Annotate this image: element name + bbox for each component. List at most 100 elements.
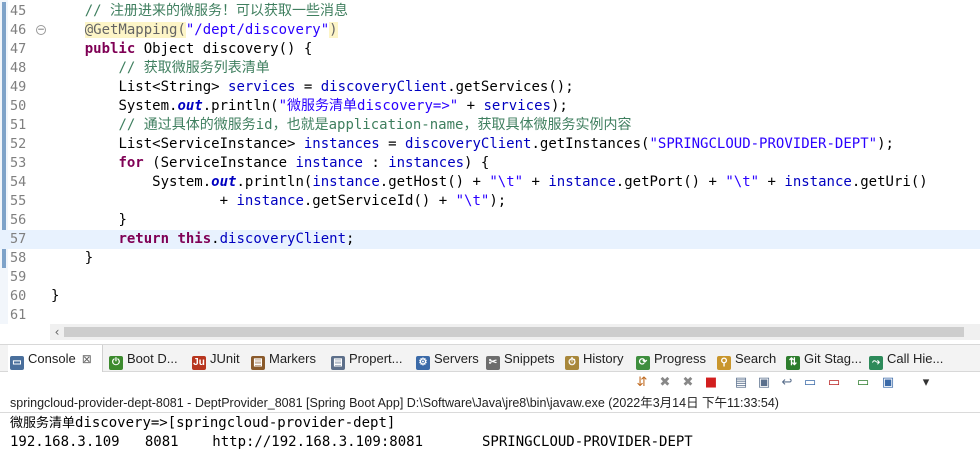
tab-junit[interactable]: Ju JUnit [190,345,246,372]
code-text: } [51,249,93,268]
code-line[interactable]: 59 [0,268,980,287]
code-token: // [84,3,111,19]
code-line[interactable]: 61 [0,306,980,324]
code-editor[interactable]: 45 // 注册进来的微服务！可以获取一些消息 46− @GetMapping("… [0,0,980,324]
code-line[interactable]: 56 } [0,211,980,230]
code-token: ，获取具体微服务实例内容 [463,117,632,133]
code-line[interactable]: 46− @GetMapping("/dept/discovery") [0,21,980,40]
code-token: + [458,98,484,114]
call-hierarchy-icon: ⤳ [869,356,883,370]
code-token: services [228,79,296,95]
code-token: ); [877,136,894,152]
code-text: // 注册进来的微服务！可以获取一些消息 [51,2,348,21]
code-token: (ServiceInstance [143,155,296,171]
code-token: 通过具体的微服务 [143,117,256,133]
pin-console-icon[interactable]: ⇵ [634,375,650,391]
line-number: 54 [10,174,27,190]
clear-console-icon[interactable]: ▤ [733,375,749,391]
code-line[interactable]: 52 List<ServiceInstance> instances = dis… [0,135,980,154]
tab-label: Boot D... [127,351,178,366]
code-token: return [118,231,170,247]
open-console-icon[interactable]: ▣ [880,375,896,391]
terminate-icon[interactable]: ■ [703,375,719,391]
code-token: ，也就是 [272,117,329,133]
tab-label: Snippets [504,351,555,366]
view-menu-icon[interactable]: ▾ [918,375,934,391]
line-number: 58 [10,250,27,266]
tab-snippets[interactable]: ✂ Snippets [484,345,560,372]
code-token: + [523,174,549,190]
properties-icon: ▤ [331,356,345,370]
console-text: 微服务清单 [10,416,76,431]
tab-console[interactable]: ▭ Console ⊠ [8,345,103,372]
code-line[interactable]: 50 System.out.println("微服务清单discovery=>"… [0,97,980,116]
tab-history[interactable]: ⏱ History [563,345,631,372]
tab-call-hie[interactable]: ⤳ Call Hie... [867,345,947,372]
code-line[interactable]: 60} [0,287,980,306]
code-token: "\t" [455,193,490,209]
tab-search[interactable]: ⚲ Search [715,345,781,372]
tab-label: Console [28,351,76,366]
code-token: "\t" [489,174,524,190]
remove-all-terminated-icon[interactable]: ✖ [680,375,696,391]
tab-label: Search [735,351,777,366]
code-text: } [51,287,59,306]
show-when-stderr-icon[interactable]: ▭ [826,375,842,391]
console-separator [0,412,980,413]
code-token: application-name [328,117,464,133]
tab-progress[interactable]: ⟳ Progress [634,345,712,372]
tab-git-stag[interactable]: ⇅ Git Stag... [784,345,864,372]
code-text: // 通过具体的微服务id，也就是application-name，获取具体微服… [51,116,631,135]
word-wrap-icon[interactable]: ↩ [779,375,795,391]
scroll-left-arrow-icon[interactable]: ‹ [50,324,64,340]
code-line[interactable]: 54 System.out.println(instance.getHost()… [0,173,980,192]
code-token: .getPort() + [615,174,726,190]
code-line[interactable]: 58 } [0,249,980,268]
remove-launch-icon[interactable]: ✖ [657,375,673,391]
code-text: System.out.println(instance.getHost() + … [51,173,928,192]
code-line[interactable]: 57 return this.discoveryClient; [0,230,980,249]
tab-servers[interactable]: ⚙ Servers [414,345,480,372]
line-number: 48 [10,60,27,76]
scrollbar-thumb[interactable] [64,327,964,337]
tab-markers[interactable]: ▤ Markers [249,345,325,372]
console-line: 192.168.3.109 8081 http://192.168.3.109:… [10,433,693,452]
tab-boot-d[interactable]: ⏻ Boot D... [107,345,187,372]
code-line[interactable]: 45 // 注册进来的微服务！可以获取一些消息 [0,2,980,21]
tab-label: Progress [654,351,707,366]
code-line[interactable]: 53 for (ServiceInstance instance : insta… [0,154,980,173]
fold-collapse-icon[interactable]: − [36,25,46,35]
code-line[interactable]: 55 + instance.getServiceId() + "\t"); [0,192,980,211]
code-token: List<String> [118,79,229,95]
line-number: 59 [10,269,27,285]
tab-propert[interactable]: ▤ Propert... [329,345,411,372]
code-token: "SPRINGCLOUD-PROVIDER-DEPT" [649,136,878,152]
code-token: ; [346,231,355,247]
code-token: out [177,98,203,114]
display-selected-console-icon[interactable]: ▭ [855,375,871,391]
code-token: instances [303,136,380,152]
code-token: public [84,41,136,57]
code-line[interactable]: 47 public Object discovery() { [0,40,980,59]
code-token: ) [329,22,338,38]
editor-horizontal-scrollbar[interactable]: ‹ [50,324,980,340]
code-line[interactable]: 49 List<String> services = discoveryClie… [0,78,980,97]
code-line[interactable]: 48 // 获取微服务列表清单 [0,59,980,78]
code-token: .println( [202,98,279,114]
code-token: out [211,174,237,190]
line-number: 45 [10,3,27,19]
show-when-stdout-icon[interactable]: ▭ [802,375,818,391]
code-token: @GetMapping( [84,22,186,38]
console-text: discovery=>[springcloud-provider-dept] [75,415,396,431]
code-line[interactable]: 51 // 通过具体的微服务id，也就是application-name，获取具… [0,116,980,135]
scroll-lock-icon[interactable]: ▣ [756,375,772,391]
close-icon[interactable]: ⊠ [82,352,92,366]
